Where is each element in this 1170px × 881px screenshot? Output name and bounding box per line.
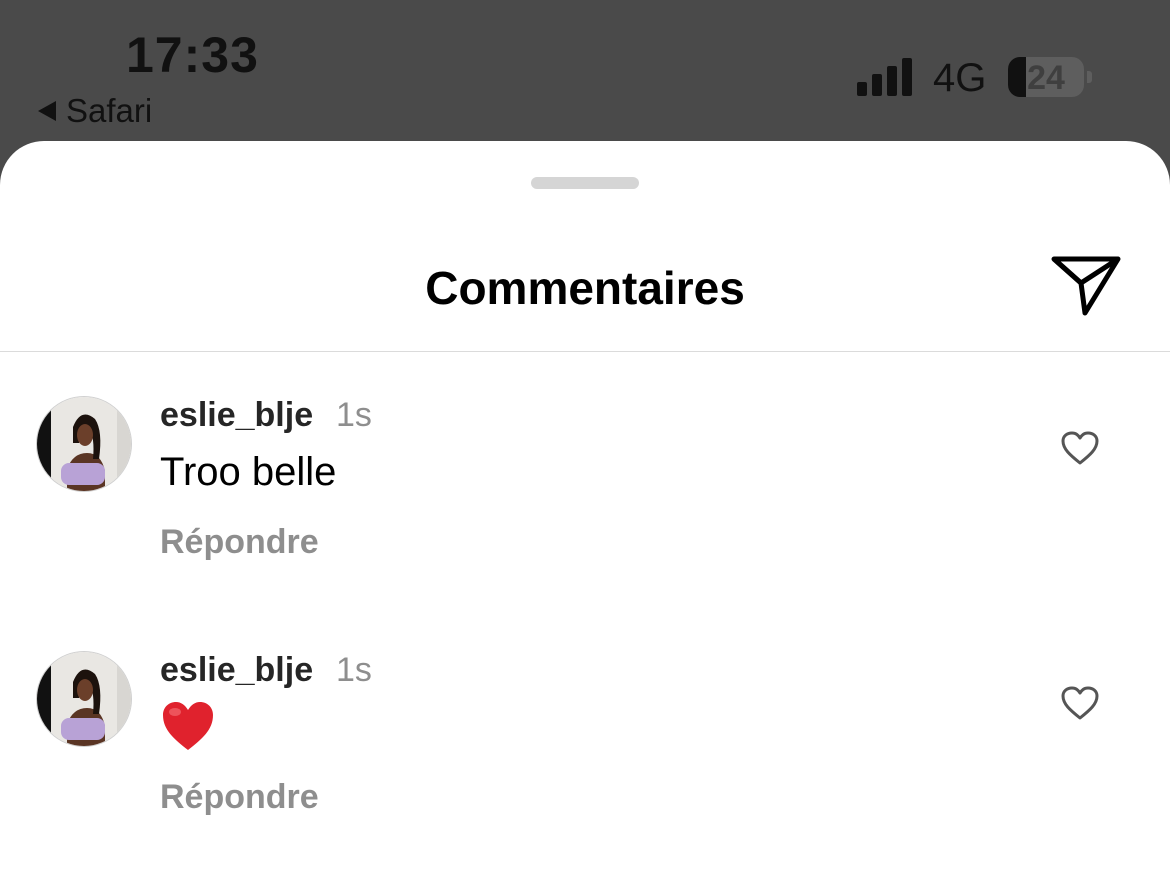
comment-timestamp: 1s	[336, 651, 372, 689]
sheet-title: Commentaires	[425, 262, 745, 314]
paper-plane-icon	[1051, 256, 1121, 316]
back-to-app-button[interactable]: Safari	[38, 92, 152, 130]
comment-item: eslie_blje 1s Troo belle Répondre	[0, 396, 1170, 596]
status-bar: 17:33 Safari 4G 24	[0, 0, 1170, 140]
battery-tip	[1087, 71, 1092, 83]
comment-timestamp: 1s	[336, 396, 372, 434]
battery-icon: 24	[1008, 57, 1084, 97]
comment-item: eslie_blje 1s Répondre	[0, 651, 1170, 851]
comment-text: Troo belle	[160, 450, 337, 494]
like-button[interactable]	[1060, 430, 1100, 466]
heart-outline-icon	[1061, 686, 1099, 720]
header-divider	[0, 351, 1170, 352]
like-button[interactable]	[1060, 685, 1100, 721]
back-app-label: Safari	[66, 92, 153, 129]
share-button[interactable]	[1050, 253, 1122, 317]
heart-outline-icon	[1061, 431, 1099, 465]
reply-button[interactable]: Répondre	[160, 523, 319, 562]
red-heart-emoji	[160, 699, 216, 753]
avatar[interactable]	[36, 396, 132, 492]
battery-level: 24	[1027, 59, 1065, 97]
network-type: 4G	[933, 56, 987, 100]
status-time: 17:33	[126, 27, 259, 83]
back-arrow-icon	[38, 101, 56, 121]
cellular-signal-icon	[857, 58, 912, 96]
reply-button[interactable]: Répondre	[160, 778, 319, 817]
comments-sheet: Commentaires eslie_blje 1s Troo belle Ré…	[0, 141, 1170, 881]
comment-username[interactable]: eslie_blje	[160, 396, 313, 435]
comment-username[interactable]: eslie_blje	[160, 651, 313, 690]
avatar[interactable]	[36, 651, 132, 747]
sheet-grabber[interactable]	[531, 177, 639, 189]
